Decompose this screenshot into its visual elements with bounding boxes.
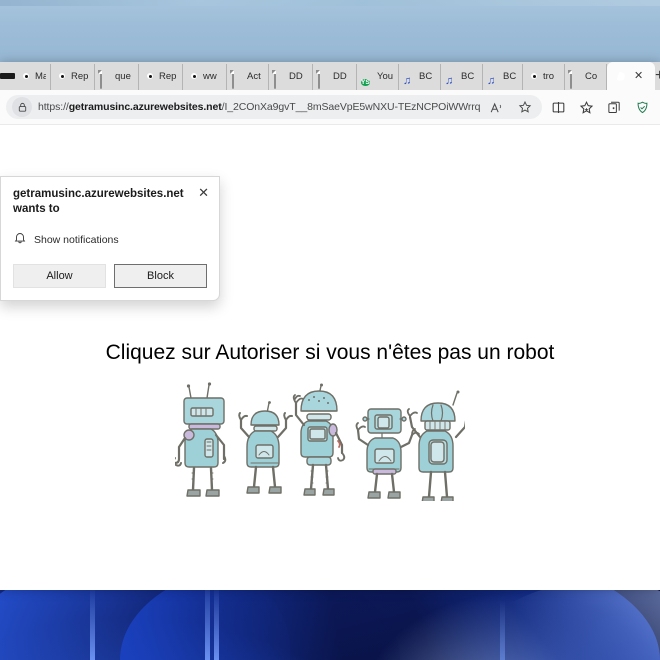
- document-icon: [273, 69, 286, 89]
- background-window-titlebar: [0, 0, 660, 6]
- dialog-buttons: Allow Block: [13, 264, 207, 288]
- browser-tab-active[interactable]: ✕: [607, 62, 655, 90]
- browser-tab[interactable]: ♫ BC: [483, 64, 523, 90]
- browser-tab[interactable]: Rep: [139, 64, 183, 90]
- document-icon: [317, 69, 330, 89]
- favorites-icon[interactable]: [574, 95, 598, 119]
- tab-list-icon: [0, 73, 15, 79]
- document-icon: [569, 69, 582, 89]
- star-icon[interactable]: [514, 96, 536, 118]
- music-note-icon: ♫: [487, 74, 496, 87]
- camera-icon: [187, 71, 200, 84]
- tab-close-icon[interactable]: ✕: [634, 70, 643, 82]
- address-bar[interactable]: https://getramusinc.azurewebsites.net/I_…: [6, 95, 542, 119]
- camera-icon: [55, 71, 68, 84]
- browser-tab[interactable]: ♫ BC: [441, 64, 483, 90]
- tab-title: DD: [289, 71, 303, 82]
- tab-title: Rep: [159, 71, 177, 82]
- background-app-window[interactable]: [0, 0, 660, 63]
- browser-tab[interactable]: Co: [565, 64, 607, 90]
- browser-toolbar: https://getramusinc.azurewebsites.net/I_…: [0, 90, 660, 125]
- wallpaper-fold: [470, 580, 660, 660]
- camera-icon: [143, 71, 156, 84]
- green-circle-icon: YS: [361, 71, 374, 86]
- screen: Ma Rep que Rep ww Act DD DD YS You ♫ BC …: [0, 0, 660, 660]
- tab-title: BC: [419, 71, 433, 82]
- tab-title: You: [377, 71, 394, 82]
- dialog-title: getramusinc.azurewebsites.net wants to: [13, 188, 184, 215]
- music-note-icon: ♫: [403, 74, 412, 87]
- browser-tab[interactable]: Rep: [51, 64, 95, 90]
- camera-icon: [19, 71, 32, 84]
- new-tab-button[interactable]: +: [655, 62, 660, 90]
- permission-label: Show notifications: [34, 233, 119, 246]
- collections-icon[interactable]: [602, 95, 626, 119]
- tab-title: tro: [543, 71, 555, 82]
- music-note-icon: ♫: [445, 74, 454, 87]
- edge-logo-icon: [613, 70, 626, 83]
- split-screen-icon[interactable]: [546, 95, 570, 119]
- browser-tab[interactable]: Act: [227, 64, 269, 90]
- tab-title: Rep: [71, 71, 89, 82]
- camera-icon: [527, 71, 540, 84]
- lock-icon[interactable]: [12, 97, 32, 117]
- tab-title: ww: [203, 71, 217, 82]
- url-prefix: https://: [38, 101, 69, 113]
- page-content: Cliquez sur Autoriser si vous n'êtes pas…: [0, 125, 660, 587]
- tab-title: BC: [461, 71, 475, 82]
- permission-row: Show notifications: [13, 230, 207, 249]
- wallpaper-streak: [500, 600, 505, 660]
- page-title: Cliquez sur Autoriser si vous n'êtes pas…: [105, 341, 555, 364]
- browser-tab[interactable]: ♫ BC: [399, 64, 441, 90]
- browser-tab[interactable]: YS You: [357, 64, 399, 90]
- browser-tab[interactable]: tro: [523, 64, 565, 90]
- browser-tab[interactable]: ww: [183, 64, 227, 90]
- tab-title: que: [115, 71, 131, 82]
- document-icon: [99, 69, 112, 89]
- tab-title: BC: [503, 71, 517, 82]
- tab-list: Ma Rep que Rep ww Act DD DD YS You ♫ BC …: [15, 62, 655, 90]
- browser-tab[interactable]: DD: [313, 64, 357, 90]
- tab-title: Ma: [35, 71, 46, 82]
- browser-tab[interactable]: Ma: [15, 64, 51, 90]
- close-icon[interactable]: ✕: [198, 186, 209, 199]
- browser-essentials-icon[interactable]: [630, 95, 654, 119]
- wallpaper-streak: [214, 584, 219, 660]
- browser-tab[interactable]: que: [95, 64, 139, 90]
- tab-strip: Ma Rep que Rep ww Act DD DD YS You ♫ BC …: [0, 62, 660, 90]
- allow-button[interactable]: Allow: [13, 264, 106, 288]
- tab-title: Act: [247, 71, 261, 82]
- url-text: https://getramusinc.azurewebsites.net/I_…: [38, 101, 480, 113]
- browser-window: Ma Rep que Rep ww Act DD DD YS You ♫ BC …: [0, 62, 660, 590]
- url-host: getramusinc.azurewebsites.net: [68, 101, 222, 113]
- block-button[interactable]: Block: [114, 264, 207, 288]
- tab-title: DD: [333, 71, 347, 82]
- browser-tab[interactable]: DD: [269, 64, 313, 90]
- tab-title: Co: [585, 71, 598, 82]
- bell-icon: [13, 230, 27, 249]
- document-icon: [231, 69, 244, 89]
- tab-actions-icon[interactable]: [0, 62, 15, 90]
- wallpaper-streak: [90, 586, 95, 660]
- notification-permission-dialog: ✕ getramusinc.azurewebsites.net wants to…: [0, 176, 220, 301]
- url-path: /I_2COnXa9gvT__8mSaeVpE5wNXU-TEzNCPOiWWr…: [221, 101, 480, 113]
- read-aloud-icon[interactable]: [486, 96, 508, 118]
- cartoon-robots-illustration: [172, 373, 470, 504]
- favicon-text: YS: [361, 78, 370, 86]
